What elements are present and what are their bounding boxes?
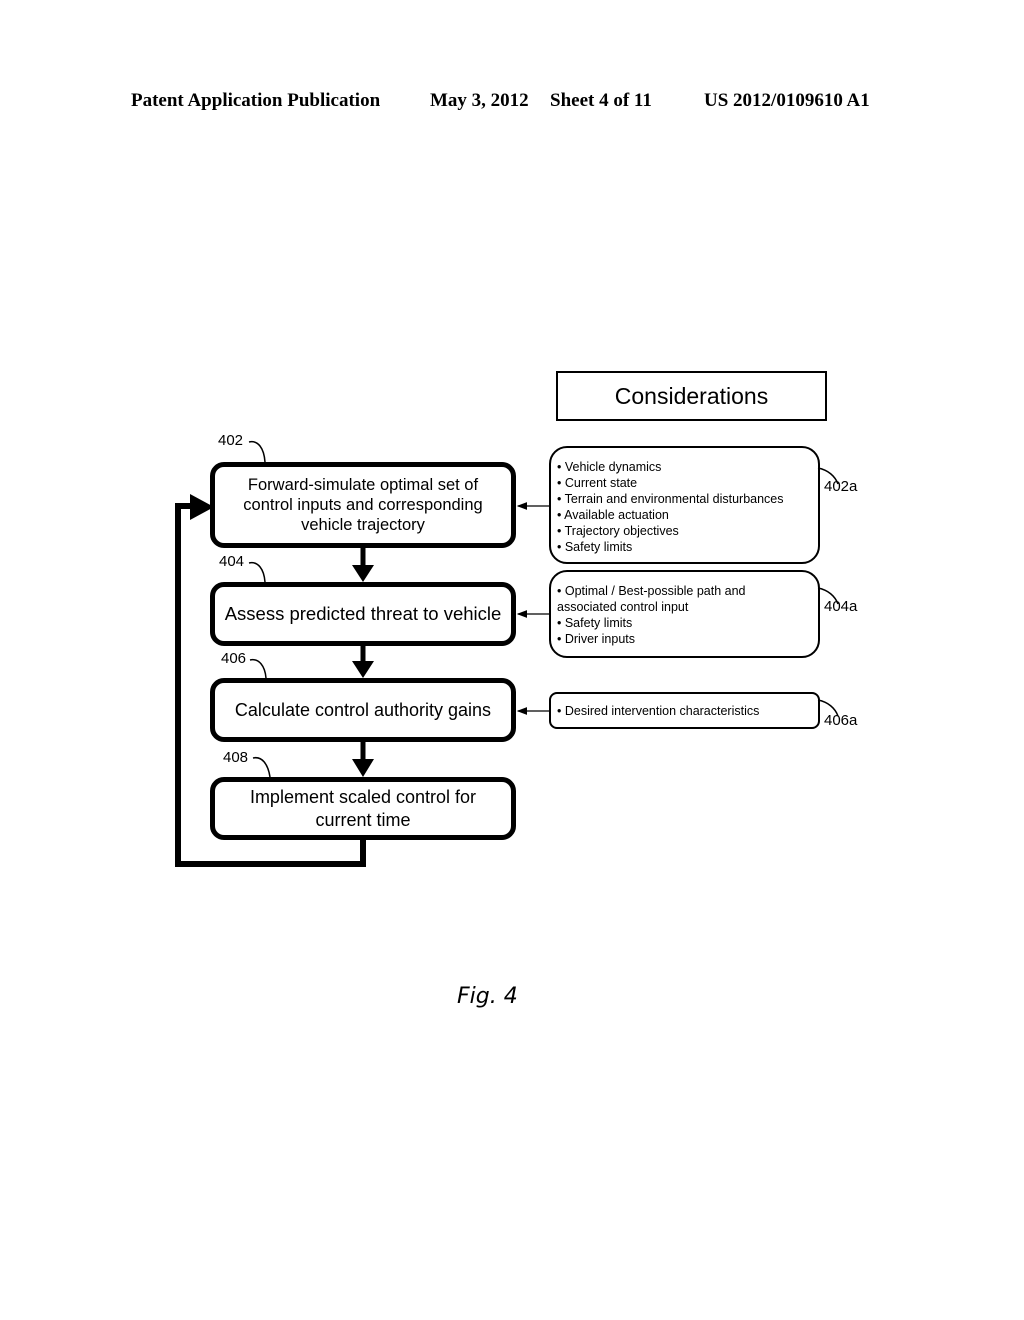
step-404-box: Assess predicted threat to vehicle [210, 582, 516, 646]
arrow-406-408 [352, 740, 374, 777]
ref-406a: 406a [824, 712, 858, 729]
arrow-404-406 [352, 644, 374, 678]
ref-404a: 404a [824, 598, 858, 615]
ref-402a: 402a [824, 478, 858, 495]
arrow-402-404 [352, 546, 374, 582]
step-402-box: Forward-simulate optimal set of control … [210, 462, 516, 548]
list-item: associated control input [557, 600, 689, 614]
flow-connectors [175, 440, 839, 867]
ref-408: 408 [223, 749, 249, 766]
ref-402: 402 [218, 432, 244, 449]
list-item: • Safety limits [557, 540, 633, 554]
considerations-title: Considerations [556, 371, 827, 421]
list-item: • Trajectory objectives [557, 524, 679, 538]
list-item: • Terrain and environmental disturbances [557, 492, 784, 506]
list-item: • Current state [557, 476, 638, 490]
step-406-box: Calculate control authority gains [210, 678, 516, 742]
consideration-406a-box: • Desired intervention characteristics [549, 692, 820, 729]
list-item: • Available actuation [557, 508, 669, 522]
ref-404: 404 [219, 553, 245, 570]
figure-label: Fig. 4 [457, 984, 518, 1009]
list-item: • Desired intervention characteristics [557, 704, 760, 718]
list-item: • Safety limits [557, 616, 633, 630]
list-item: • Driver inputs [557, 632, 636, 646]
ref-406: 406 [221, 650, 247, 667]
consideration-404a-box: • Optimal / Best-possible path and assoc… [549, 570, 820, 658]
consideration-402a-box: • Vehicle dynamics • Current state • Ter… [549, 446, 820, 564]
list-item: • Optimal / Best-possible path and [557, 584, 746, 598]
step-408-box: Implement scaled control for current tim… [210, 777, 516, 840]
list-item: • Vehicle dynamics [557, 460, 662, 474]
